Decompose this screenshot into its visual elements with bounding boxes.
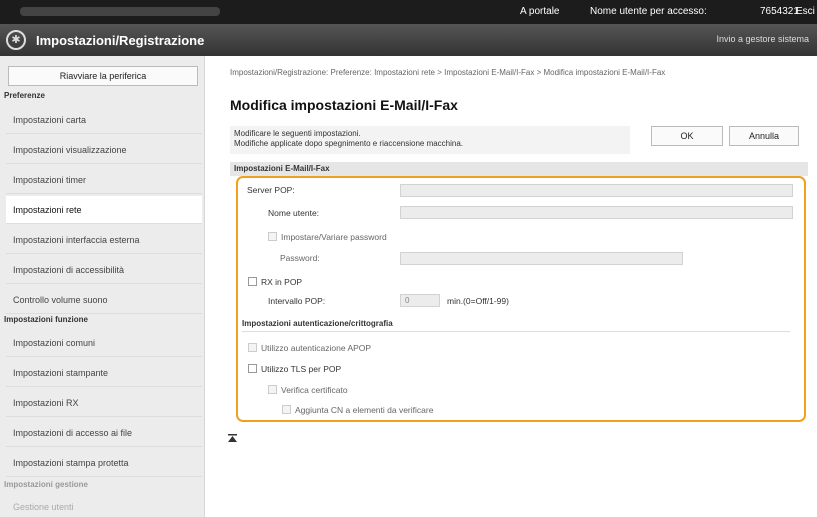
sidebar-item-sound-volume[interactable]: Controllo volume suono xyxy=(6,286,202,314)
use-tls-label: Utilizzo TLS per POP xyxy=(261,364,342,374)
intro-line-1: Modificare le seguenti impostazioni. xyxy=(234,129,361,138)
sidebar-item-file-access-settings[interactable]: Impostazioni di accesso ai file xyxy=(6,419,202,447)
sidebar-section-function-settings: Impostazioni funzione xyxy=(4,315,88,324)
pop-interval-unit: min.(0=Off/1-99) xyxy=(447,296,509,306)
login-user-id: 7654321 xyxy=(760,6,799,17)
top-bar: A portale Nome utente per accesso: 76543… xyxy=(0,0,817,24)
sidebar-item-common-settings[interactable]: Impostazioni comuni xyxy=(6,329,202,357)
section-divider xyxy=(242,331,790,332)
ok-button[interactable]: OK xyxy=(651,126,723,146)
restart-device-button[interactable]: Riavviare la periferica xyxy=(8,66,198,86)
add-cn-label: Aggiunta CN a elementi da verificare xyxy=(295,405,434,415)
login-user-label: Nome utente per accesso: xyxy=(590,6,707,17)
sidebar-item-paper-settings[interactable]: Impostazioni carta xyxy=(6,106,202,134)
pop-interval-label: Intervallo POP: xyxy=(268,296,326,306)
verify-certificate-checkbox[interactable] xyxy=(268,385,277,394)
pop-interval-input[interactable]: 0 xyxy=(400,294,440,307)
use-tls-checkbox[interactable] xyxy=(248,364,257,373)
logout-link[interactable]: Esci xyxy=(796,6,815,17)
page-title: Modifica impostazioni E-Mail/I-Fax xyxy=(230,97,458,113)
username-input[interactable] xyxy=(400,206,793,219)
sidebar: Riavviare la periferica Preferenze Impos… xyxy=(0,56,205,517)
sidebar-item-rx-settings[interactable]: Impostazioni RX xyxy=(6,389,202,417)
add-cn-checkbox[interactable] xyxy=(282,405,291,414)
password-input[interactable] xyxy=(400,252,683,265)
device-name-blurred xyxy=(20,7,220,16)
sidebar-item-network-settings[interactable]: Impostazioni rete xyxy=(6,196,202,224)
rx-pop-checkbox[interactable] xyxy=(248,277,257,286)
title-bar: ✱ Impostazioni/Registrazione Invio a ges… xyxy=(0,24,817,56)
use-apop-checkbox[interactable] xyxy=(248,343,257,352)
app-title: Impostazioni/Registrazione xyxy=(36,33,205,48)
sidebar-item-timer-settings[interactable]: Impostazioni timer xyxy=(6,166,202,194)
set-password-label: Impostare/Variare password xyxy=(281,232,387,242)
portal-link[interactable]: A portale xyxy=(520,6,559,17)
main-content: Impostazioni/Registrazione: Preferenze: … xyxy=(205,56,817,517)
mail-to-admin-link[interactable]: Invio a gestore sistema xyxy=(716,34,809,44)
sidebar-item-printer-settings[interactable]: Impostazioni stampante xyxy=(6,359,202,387)
section-title: Impostazioni E-Mail/I-Fax xyxy=(230,162,808,176)
verify-certificate-label: Verifica certificato xyxy=(281,385,348,395)
sidebar-item-secure-print-settings[interactable]: Impostazioni stampa protetta xyxy=(6,449,202,477)
intro-box: Modificare le seguenti impostazioni. Mod… xyxy=(230,126,630,154)
intro-line-2: Modifiche applicate dopo spegnimento e r… xyxy=(234,139,464,148)
settings-app-icon: ✱ xyxy=(6,30,26,50)
username-label: Nome utente: xyxy=(268,208,320,218)
sidebar-item-accessibility-settings[interactable]: Impostazioni di accessibilità xyxy=(6,256,202,284)
auth-section-title: Impostazioni autenticazione/crittografia xyxy=(242,319,393,328)
sidebar-item-external-interface-settings[interactable]: Impostazioni interfaccia esterna xyxy=(6,226,202,254)
sidebar-item-user-management[interactable]: Gestione utenti xyxy=(6,493,202,517)
breadcrumb: Impostazioni/Registrazione: Preferenze: … xyxy=(230,68,666,77)
sidebar-section-management-settings: Impostazioni gestione xyxy=(4,480,89,489)
server-pop-label: Server POP: xyxy=(247,185,295,195)
use-apop-label: Utilizzo autenticazione APOP xyxy=(261,343,372,353)
cancel-button[interactable]: Annulla xyxy=(729,126,799,146)
sidebar-section-preferences: Preferenze xyxy=(4,91,45,100)
rx-pop-label: RX in POP xyxy=(261,277,303,287)
sidebar-item-display-settings[interactable]: Impostazioni visualizzazione xyxy=(6,136,202,164)
password-label: Password: xyxy=(280,253,320,263)
server-pop-input[interactable] xyxy=(400,184,793,197)
back-to-top-icon[interactable] xyxy=(228,434,237,443)
set-password-checkbox[interactable] xyxy=(268,232,277,241)
